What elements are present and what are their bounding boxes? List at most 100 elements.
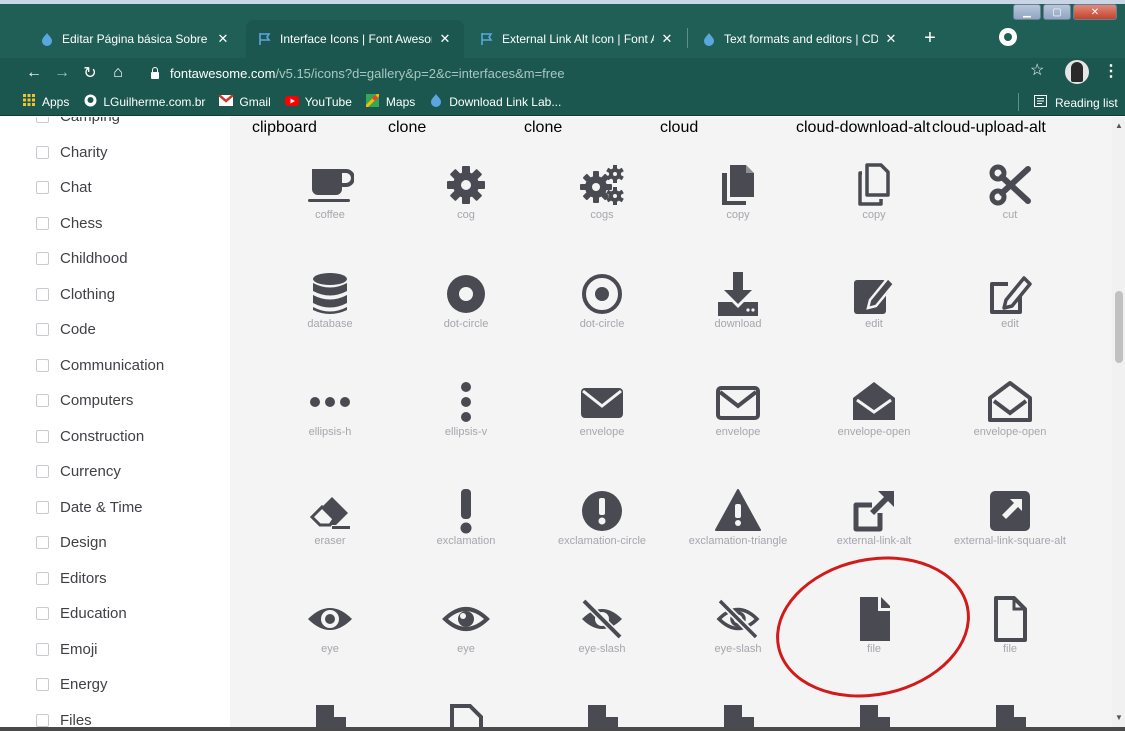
tab-external-link-alt[interactable]: External Link Alt Icon | Font A ✕ [468,20,686,58]
category-item[interactable]: Construction [36,428,144,445]
tab-search-icon[interactable] [999,28,1017,46]
category-checkbox[interactable] [36,287,49,301]
reload-icon[interactable]: ↻ [76,63,104,83]
tab-editar-pagina[interactable]: Editar Página básica Sobre a L ✕ [28,20,242,58]
icon-card-file[interactable]: file [942,551,1078,659]
icon-card-database[interactable]: database [262,226,398,334]
category-item[interactable]: Computers [36,392,133,409]
icon-card-ellipsis-v[interactable]: ellipsis-v [398,334,534,442]
profile-avatar[interactable] [1065,60,1089,84]
category-item[interactable]: Emoji [36,641,98,658]
icon-card-copy[interactable]: copy [670,117,806,225]
bookmark-gmail[interactable]: Gmail [218,93,271,109]
minimize-button[interactable]: ▁ [1013,4,1041,20]
icon-card-cog[interactable]: cog [398,117,534,225]
tab-close-button[interactable]: ✕ [438,31,452,47]
bookmark-star-icon[interactable]: ☆ [1030,60,1044,80]
category-item[interactable]: Code [36,321,96,338]
icon-card-cut[interactable]: cut [942,117,1078,225]
category-item[interactable]: Camping [36,117,120,125]
category-item[interactable]: Charity [36,144,108,161]
category-checkbox[interactable] [36,394,49,407]
category-item[interactable]: Childhood [36,250,128,267]
category-item[interactable]: Clothing [36,286,115,303]
category-item[interactable]: Editors [36,570,107,587]
category-checkbox[interactable] [36,500,49,514]
category-checkbox[interactable] [36,678,49,691]
icon-card-external-link-square-alt[interactable]: external-link-square-alt [942,443,1078,551]
address-bar[interactable]: fontawesome.com/v5.15/icons?d=gallery&p=… [150,60,1050,86]
bookmark-download-link-lab[interactable]: Download Link Lab... [429,93,561,110]
icon-card-exclamation[interactable]: exclamation [398,443,534,551]
category-item[interactable]: Energy [36,676,108,693]
category-checkbox[interactable] [36,571,49,585]
icon-card-eye[interactable]: eye [262,551,398,659]
category-checkbox[interactable] [36,358,49,372]
category-checkbox[interactable] [36,642,49,656]
icon-card-copy[interactable]: copy [806,117,942,225]
bookmark-label: Apps [42,94,70,109]
icon-card-edit[interactable]: edit [942,226,1078,334]
bookmark-lguilherme[interactable]: LGuilherme.com.br [83,94,205,110]
forward-arrow-icon[interactable]: → [48,64,76,82]
icon-card-eye[interactable]: eye [398,551,534,659]
icon-card-cogs[interactable]: cogs [534,117,670,225]
icon-card-envelope[interactable]: envelope [670,334,806,442]
category-item[interactable]: Date & Time [36,499,143,516]
icon-card-eye-slash[interactable]: eye-slash [534,551,670,659]
new-tab-button[interactable]: + [916,24,944,52]
icon-card-ellipsis-h[interactable]: ellipsis-h [262,334,398,442]
icon-card-coffee[interactable]: coffee [262,117,398,225]
category-checkbox[interactable] [36,536,49,549]
tab-text-formats[interactable]: Text formats and editors | CDF ✕ [690,20,910,58]
bookmark-youtube[interactable]: YouTube [284,95,352,109]
category-item[interactable]: Education [36,605,127,622]
icon-card-dot-circle[interactable]: dot-circle [534,226,670,334]
bookmark-maps[interactable]: Maps [365,92,415,110]
icon-card-download[interactable]: download [670,226,806,334]
back-arrow-icon[interactable]: ← [20,64,48,82]
category-checkbox[interactable] [36,323,49,336]
icon-card-external-link-alt[interactable]: external-link-alt [806,443,942,551]
category-item[interactable]: Design [36,534,107,551]
category-checkbox[interactable] [36,429,49,443]
category-item[interactable]: Chess [36,215,103,232]
category-checkbox[interactable] [36,117,49,123]
youtube-icon [284,95,299,109]
scroll-down-arrow-icon[interactable]: ▼ [1115,713,1123,722]
home-icon[interactable]: ⌂ [104,64,132,82]
category-checkbox[interactable] [36,216,49,230]
icon-card-eye-slash[interactable]: eye-slash [670,551,806,659]
category-checkbox[interactable] [36,607,49,620]
category-checkbox[interactable] [36,465,49,478]
category-item[interactable]: Currency [36,463,121,480]
icon-card-edit[interactable]: edit [806,226,942,334]
close-window-button[interactable]: ✕ [1073,4,1117,20]
bookmark-apps[interactable]: Apps [22,94,69,109]
category-item[interactable]: Files [36,712,92,729]
icon-card-exclamation-circle[interactable]: exclamation-circle [534,443,670,551]
icon-card-dot-circle[interactable]: dot-circle [398,226,534,334]
icon-card-exclamation-triangle[interactable]: exclamation-triangle [670,443,806,551]
scrollbar-track[interactable] [1112,117,1125,731]
icon-card-envelope-open[interactable]: envelope-open [942,334,1078,442]
browser-menu-icon[interactable]: ⋮ [1103,61,1119,81]
category-checkbox[interactable] [36,713,49,727]
tab-close-button[interactable]: ✕ [216,31,230,47]
category-item[interactable]: Communication [36,357,164,374]
category-checkbox[interactable] [36,181,49,194]
reading-list-button[interactable]: Reading list [1034,95,1118,110]
icon-card-file[interactable]: file [806,551,942,659]
icon-card-envelope[interactable]: envelope [534,334,670,442]
category-checkbox[interactable] [36,252,49,265]
tab-close-button[interactable]: ✕ [884,31,898,47]
icon-card-eraser[interactable]: eraser [262,443,398,551]
maximize-button[interactable]: ▢ [1043,4,1071,20]
tab-interface-icons[interactable]: Interface Icons | Font Awesom ✕ [246,20,464,58]
icon-card-envelope-open[interactable]: envelope-open [806,334,942,442]
category-item[interactable]: Chat [36,179,92,196]
tab-close-button[interactable]: ✕ [660,31,674,47]
scrollbar-thumb[interactable] [1115,291,1123,363]
scroll-up-arrow-icon[interactable]: ▲ [1115,121,1123,130]
category-checkbox[interactable] [36,145,49,159]
